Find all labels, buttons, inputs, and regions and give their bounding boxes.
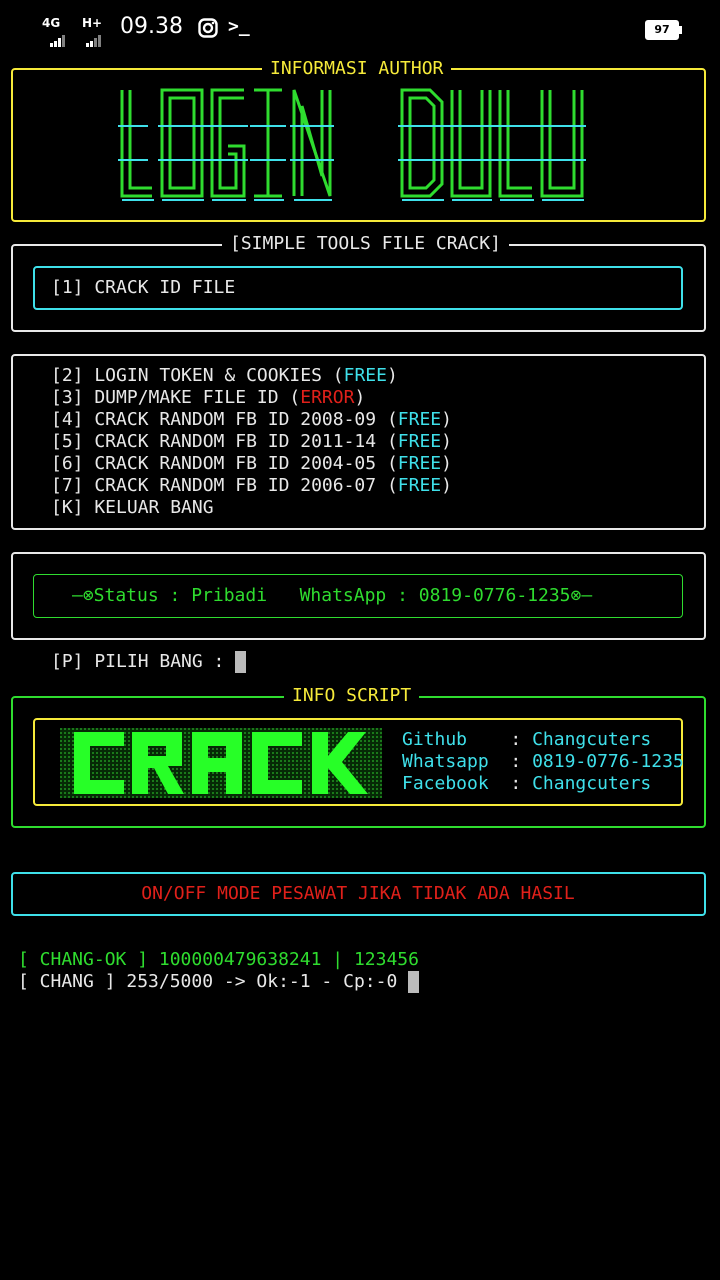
battery-icon: 97: [645, 20, 682, 40]
menu-list: [2] LOGIN TOKEN & COOKIES (FREE) [3] DUM…: [51, 365, 452, 519]
menu-item-3[interactable]: [3] DUMP/MAKE FILE ID (ERROR): [51, 387, 452, 409]
menu-item-2[interactable]: [2] LOGIN TOKEN & COOKIES (FREE): [51, 365, 452, 387]
login-dulu-banner-art: [118, 88, 586, 201]
info-row-github: Github : Changcuters: [402, 729, 652, 750]
log-ok-line: [ CHANG-OK ] 100000479638241 | 123456: [18, 949, 419, 970]
menu-item-exit[interactable]: [K] KELUAR BANG: [51, 497, 452, 519]
log-progress-line: [ CHANG ] 253/5000 -> Ok:-1 - Cp:-0: [18, 971, 420, 993]
info-rows: Github : Changcuters Whatsapp : 0819-077…: [402, 729, 684, 795]
status-text: —⊗Status : Pribadi WhatsApp : 0819-0776-…: [72, 585, 593, 606]
info-row-facebook: Facebook : Changcuters: [402, 773, 652, 794]
info-row-whatsapp: Whatsapp : 0819-0776-1235: [402, 751, 684, 772]
tools-box-title: [SIMPLE TOOLS FILE CRACK]: [222, 233, 509, 255]
menu-item-5[interactable]: [5] CRACK RANDOM FB ID 2011-14 (FREE): [51, 431, 452, 453]
author-box-title: INFORMASI AUTHOR: [262, 58, 452, 80]
menu-item-4[interactable]: [4] CRACK RANDOM FB ID 2008-09 (FREE): [51, 409, 452, 431]
signal-icon-2: [86, 26, 102, 47]
notice-text: ON/OFF MODE PESAWAT JIKA TIDAK ADA HASIL: [141, 883, 575, 904]
prompt-label: [P] PILIH BANG :: [51, 651, 236, 672]
signal-icon: [50, 26, 66, 47]
terminal-icon: >_: [228, 16, 250, 37]
status-bar: 4G H+ 09.38 >_ 97: [0, 0, 720, 56]
menu-item-7[interactable]: [7] CRACK RANDOM FB ID 2006-07 (FREE): [51, 475, 452, 497]
input-cursor: [235, 651, 247, 673]
menu-item-1[interactable]: [1] CRACK ID FILE: [51, 277, 235, 299]
clock-time: 09.38: [120, 14, 183, 39]
terminal-cursor: [408, 971, 420, 993]
menu-item-6[interactable]: [6] CRACK RANDOM FB ID 2004-05 (FREE): [51, 453, 452, 475]
choice-prompt[interactable]: [P] PILIH BANG :: [51, 651, 247, 673]
crack-banner-art: [60, 728, 382, 798]
info-script-title: INFO SCRIPT: [284, 685, 420, 707]
instagram-icon: [198, 18, 218, 38]
